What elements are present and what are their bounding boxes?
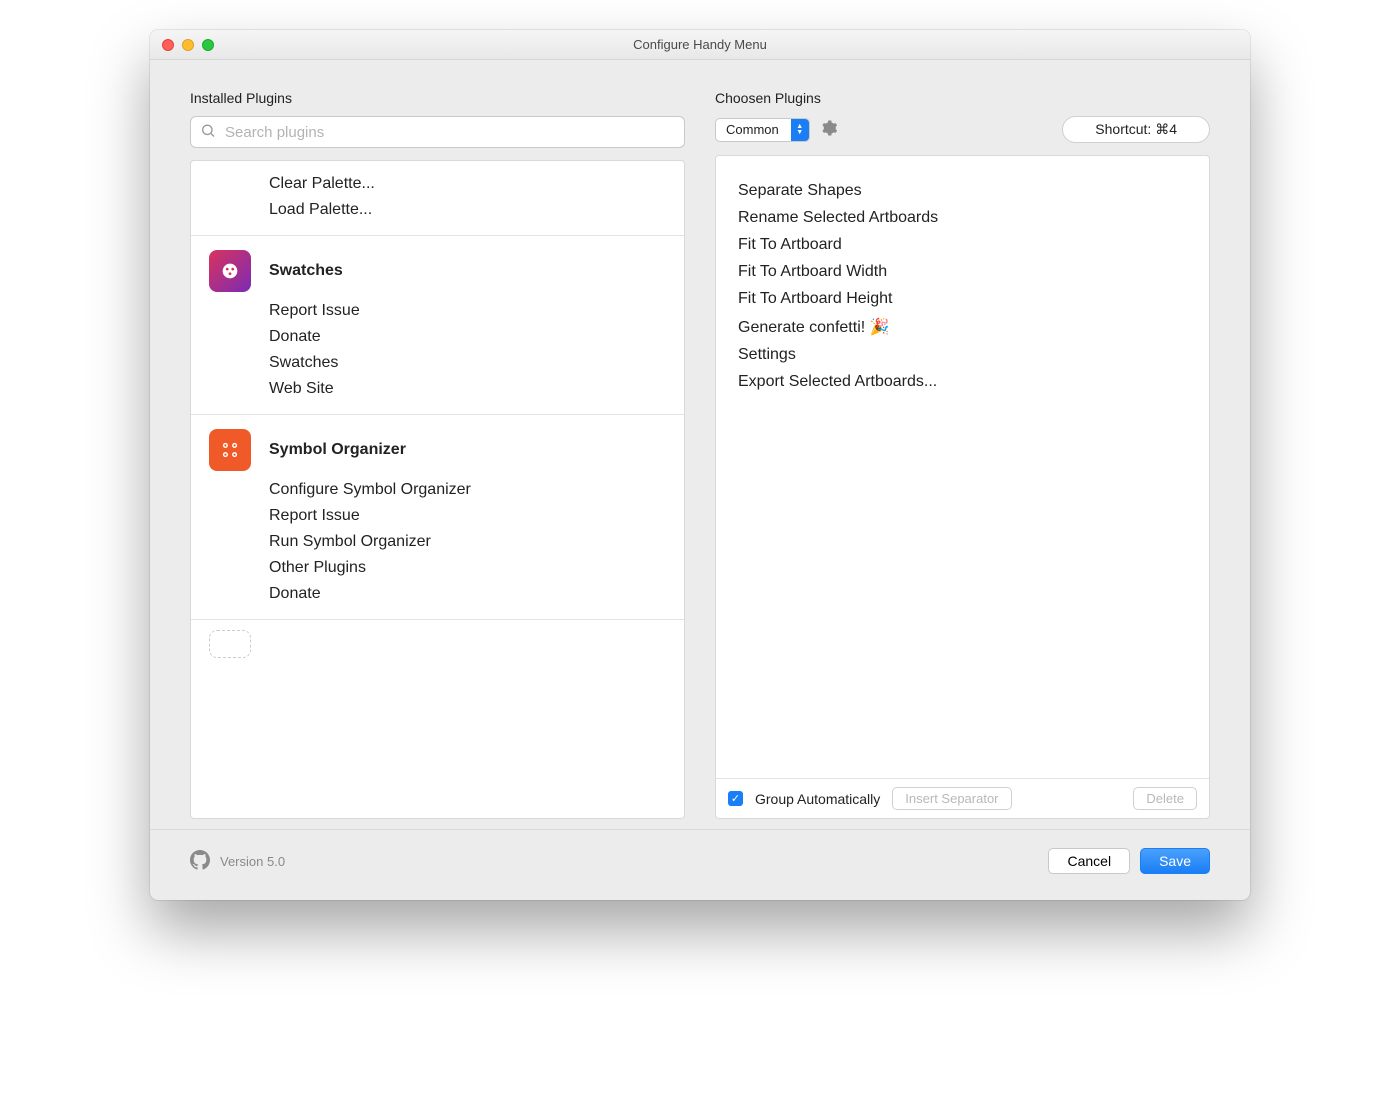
plugin-item[interactable]: Clear Palette... xyxy=(269,175,666,193)
symbol-organizer-icon xyxy=(209,429,251,471)
chosen-plugins-column: Choosen Plugins Common ▲▼ Shortcut: ⌘4 S… xyxy=(715,90,1210,819)
plugin-header: Swatches xyxy=(209,250,666,292)
chosen-plugins-list: Separate Shapes Rename Selected Artboard… xyxy=(715,155,1210,819)
plugin-group-partial xyxy=(191,620,684,658)
plugin-header: Symbol Organizer xyxy=(209,429,666,471)
chosen-item[interactable]: Export Selected Artboards... xyxy=(738,373,1187,391)
plugin-title: Symbol Organizer xyxy=(269,441,406,459)
content-area: Installed Plugins Clear Palette... Load … xyxy=(150,60,1250,829)
plugin-item[interactable]: Swatches xyxy=(269,354,666,372)
bottom-bar: Version 5.0 Cancel Save xyxy=(150,829,1250,900)
plugin-item[interactable]: Configure Symbol Organizer xyxy=(269,481,666,499)
config-window: Configure Handy Menu Installed Plugins C… xyxy=(150,30,1250,900)
swatches-icon xyxy=(209,250,251,292)
chosen-item[interactable]: Fit To Artboard Height xyxy=(738,290,1187,308)
group-auto-label: Group Automatically xyxy=(755,791,880,807)
plugin-item[interactable]: Run Symbol Organizer xyxy=(269,533,666,551)
chosen-plugins-heading: Choosen Plugins xyxy=(715,90,1210,106)
plugin-group-symbol-organizer: Symbol Organizer Configure Symbol Organi… xyxy=(191,415,684,620)
cancel-button[interactable]: Cancel xyxy=(1048,848,1130,874)
window-title: Configure Handy Menu xyxy=(150,37,1250,52)
plugin-item[interactable]: Report Issue xyxy=(269,302,666,320)
search-icon xyxy=(200,123,216,142)
chosen-footer: ✓ Group Automatically Insert Separator D… xyxy=(716,778,1209,818)
chosen-item[interactable]: Settings xyxy=(738,346,1187,364)
installed-plugins-heading: Installed Plugins xyxy=(190,90,685,106)
shortcut-field[interactable]: Shortcut: ⌘4 xyxy=(1062,116,1210,143)
search-wrap xyxy=(190,116,685,148)
titlebar: Configure Handy Menu xyxy=(150,30,1250,60)
group-auto-checkbox[interactable]: ✓ xyxy=(728,791,743,806)
chosen-items[interactable]: Separate Shapes Rename Selected Artboard… xyxy=(716,156,1209,778)
delete-button[interactable]: Delete xyxy=(1133,787,1197,810)
chosen-item[interactable]: Generate confetti! 🎉 xyxy=(738,317,1187,337)
plugin-group-swatches: Swatches Report Issue Donate Swatches We… xyxy=(191,236,684,415)
chosen-item[interactable]: Fit To Artboard Width xyxy=(738,263,1187,281)
plugin-item[interactable]: Other Plugins xyxy=(269,559,666,577)
gear-icon[interactable] xyxy=(820,119,838,140)
chosen-item[interactable]: Separate Shapes xyxy=(738,182,1187,200)
chevron-updown-icon: ▲▼ xyxy=(791,119,809,141)
dropdown-value: Common xyxy=(716,122,791,137)
plugin-item[interactable]: Load Palette... xyxy=(269,201,666,219)
plugin-item[interactable]: Report Issue xyxy=(269,507,666,525)
plugin-item[interactable]: Donate xyxy=(269,328,666,346)
menu-preset-dropdown[interactable]: Common ▲▼ xyxy=(715,118,810,142)
github-icon[interactable] xyxy=(190,850,210,873)
chosen-header-row: Common ▲▼ Shortcut: ⌘4 xyxy=(715,116,1210,143)
installed-plugins-list[interactable]: Clear Palette... Load Palette... Swatche… xyxy=(190,160,685,819)
save-button[interactable]: Save xyxy=(1140,848,1210,874)
plugin-icon-placeholder xyxy=(209,630,251,658)
installed-plugins-column: Installed Plugins Clear Palette... Load … xyxy=(190,90,685,819)
chosen-item[interactable]: Rename Selected Artboards xyxy=(738,209,1187,227)
version-label: Version 5.0 xyxy=(220,854,285,869)
plugin-item[interactable]: Web Site xyxy=(269,380,666,398)
insert-separator-button[interactable]: Insert Separator xyxy=(892,787,1011,810)
chosen-item[interactable]: Fit To Artboard xyxy=(738,236,1187,254)
search-input[interactable] xyxy=(190,116,685,148)
plugin-title: Swatches xyxy=(269,262,343,280)
plugin-item[interactable]: Donate xyxy=(269,585,666,603)
plugin-group: Clear Palette... Load Palette... xyxy=(191,161,684,236)
